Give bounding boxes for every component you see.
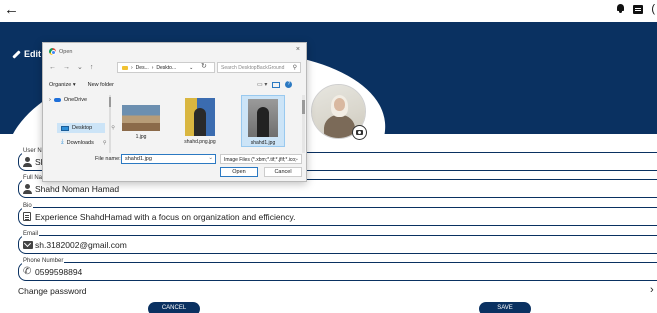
- view-options-icon[interactable]: ▭ ▾: [257, 81, 267, 88]
- dialog-toolbar: Organize ▾ New folder: [49, 82, 114, 88]
- top-icons: (: [616, 3, 655, 15]
- dialog-search-input[interactable]: Search DesktopBackGround ⚲: [217, 62, 301, 73]
- dialog-nav-buttons: ← → ⌄ ↑: [49, 63, 94, 72]
- nav-item-desktop[interactable]: Desktop ⚲: [61, 125, 115, 131]
- top-bar: ← (: [0, 0, 657, 22]
- file-list: 1.jpg shahd.png.jpg shahd1.jpg: [115, 93, 305, 151]
- email-field[interactable]: Email sh.3182002@gmail.com: [18, 231, 657, 254]
- file-item[interactable]: 1.jpg: [119, 95, 163, 147]
- file-name-label: File name:: [95, 156, 121, 162]
- email-label: Email: [22, 231, 40, 238]
- chevron-down-icon[interactable]: ⌄: [208, 155, 213, 161]
- breadcrumb-item[interactable]: Deskto...: [156, 65, 176, 71]
- user-icon: [23, 157, 32, 167]
- pencil-icon: [12, 49, 21, 59]
- mail-icon: [23, 241, 33, 249]
- phone-icon: ✆: [23, 266, 32, 277]
- nav-item-downloads[interactable]: ⤓ Downloads ⚲: [61, 139, 107, 146]
- change-password-link[interactable]: Change password: [18, 286, 87, 296]
- file-list-scrollbar[interactable]: [302, 95, 305, 153]
- edit-profile-page: ← ( Edit Profile User Nam Sha Full Nam S…: [0, 0, 657, 313]
- nav-item-onedrive[interactable]: › OneDrive: [49, 97, 87, 103]
- back-icon[interactable]: ←: [49, 64, 56, 71]
- forward-icon[interactable]: →: [63, 64, 70, 71]
- view-controls: ▭ ▾ ?: [257, 81, 293, 88]
- chrome-icon: [49, 48, 56, 55]
- chevron-right-icon[interactable]: ›: [650, 284, 654, 296]
- dialog-cancel-button[interactable]: Cancel: [264, 167, 302, 177]
- nav-pane-scrollbar[interactable]: [109, 95, 111, 153]
- folder-icon: [122, 65, 128, 70]
- cancel-button[interactable]: CANCEL: [148, 302, 200, 313]
- bio-value[interactable]: Experience ShahdHamad with a focus on or…: [35, 212, 296, 223]
- recent-dropdown-icon[interactable]: ⌄: [77, 63, 83, 71]
- chevron-down-icon: ⌄: [294, 156, 299, 162]
- bell-icon[interactable]: [616, 4, 625, 14]
- user-icon: [23, 184, 32, 194]
- file-open-dialog: Open × ← → ⌄ ↑ › Des... › Deskto... ⌄ ↻ …: [42, 42, 307, 182]
- image-thumbnail: [185, 98, 215, 136]
- pin-icon: ⚲: [102, 139, 107, 146]
- document-icon: [23, 212, 31, 221]
- refresh-icon[interactable]: ↻: [201, 62, 207, 70]
- open-button[interactable]: Open: [220, 167, 258, 177]
- file-name: shahd.png.jpg: [184, 139, 216, 145]
- breadcrumb-item[interactable]: Des...: [136, 65, 149, 71]
- preview-pane-icon[interactable]: [272, 81, 281, 88]
- fullname-value[interactable]: Shahd Noman Hamad: [35, 184, 119, 195]
- file-item[interactable]: shahd.png.jpg: [178, 95, 222, 147]
- cloud-icon: [53, 98, 61, 102]
- image-thumbnail: [122, 105, 160, 131]
- phone-label: Phone Number: [22, 258, 65, 265]
- help-icon[interactable]: ?: [285, 81, 293, 88]
- organize-button[interactable]: Organize ▾: [49, 82, 76, 88]
- phone-value[interactable]: 0599598894: [35, 267, 82, 278]
- file-item-selected[interactable]: shahd1.jpg: [241, 95, 285, 147]
- desktop-icon: [61, 125, 69, 131]
- file-name: shahd1.jpg: [250, 140, 276, 146]
- download-icon: ⤓: [61, 139, 64, 145]
- save-button[interactable]: SAVE: [479, 302, 531, 313]
- new-folder-button[interactable]: New folder: [88, 82, 114, 88]
- up-icon[interactable]: ↑: [90, 64, 94, 71]
- image-thumbnail: [248, 99, 278, 137]
- chevron-down-icon[interactable]: ⌄: [189, 65, 193, 71]
- bio-field[interactable]: Bio Experience ShahdHamad with a focus o…: [18, 203, 657, 226]
- phone-field[interactable]: Phone Number ✆ 0599598894: [18, 258, 657, 281]
- file-name: 1.jpg: [135, 134, 147, 140]
- file-name-input[interactable]: shahd1.jpg ⌄: [121, 154, 216, 164]
- dialog-title-text: Open: [59, 48, 73, 55]
- email-value[interactable]: sh.3182002@gmail.com: [35, 240, 127, 251]
- back-arrow-icon[interactable]: ←: [4, 2, 19, 18]
- file-type-select[interactable]: Image Files (*.xbm;*.tif;*.jfif;*.ico; ⌄: [220, 154, 302, 164]
- cropped-icon[interactable]: (: [651, 3, 655, 15]
- bio-label: Bio: [22, 203, 33, 210]
- chat-icon[interactable]: [633, 4, 644, 14]
- search-icon: ⚲: [292, 65, 297, 71]
- close-icon[interactable]: ×: [296, 46, 300, 53]
- camera-icon[interactable]: [352, 125, 367, 140]
- dialog-title: Open: [49, 48, 72, 55]
